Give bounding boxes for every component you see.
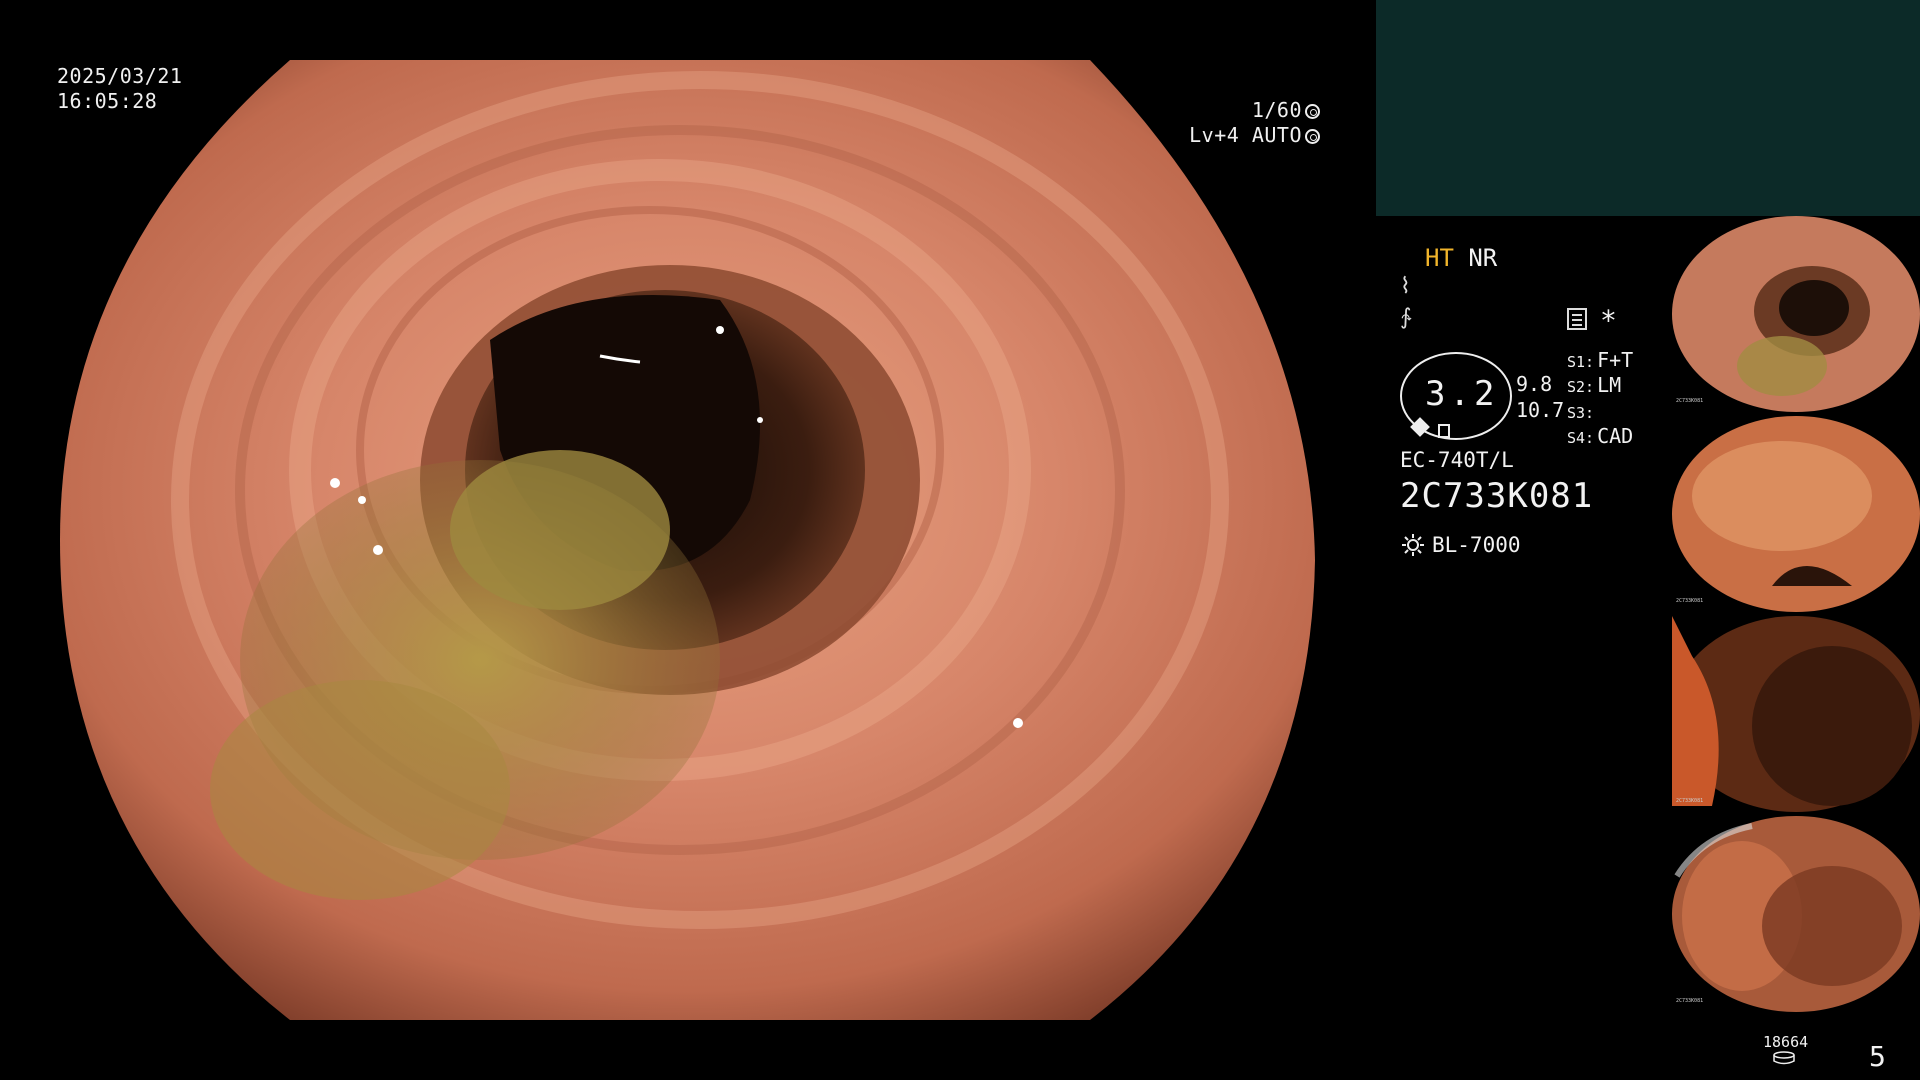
thumbnail-serial: 2C733K081	[1676, 598, 1704, 604]
shutter-icon	[1305, 104, 1320, 119]
level-text: Lv+4	[1189, 123, 1240, 147]
page-number: 5	[1869, 1040, 1886, 1073]
asterisk-indicator: *	[1600, 304, 1617, 337]
capture-thumbnail[interactable]: 2C733K081	[1672, 216, 1920, 412]
mode-nr: NR	[1468, 244, 1498, 272]
value-upper: 9.8	[1516, 372, 1553, 396]
shutter-text: 1/60	[1251, 98, 1302, 122]
auto-mode-text: AUTO	[1251, 123, 1302, 147]
slot-key: S3:	[1567, 404, 1595, 422]
slot-key: S4:	[1567, 429, 1595, 447]
zoom-frame-icon	[1438, 424, 1450, 438]
thumbnail-serial: 2C733K081	[1676, 798, 1704, 804]
slot-value: F+T	[1597, 348, 1634, 372]
top-right-panel	[1376, 0, 1920, 216]
capture-thumbnail[interactable]: 2C733K081	[1672, 816, 1920, 1012]
slot-s4: S4: CAD	[1567, 424, 1633, 448]
capture-thumbnail[interactable]: 2C733K081	[1672, 416, 1920, 612]
slot-key: S2:	[1567, 378, 1595, 396]
scope-model: EC-740T/L	[1400, 448, 1514, 472]
date-text: 2025/03/21	[57, 64, 183, 88]
light-source: BL-7000	[1432, 533, 1521, 557]
scope-serial: 2C733K081	[1400, 476, 1594, 516]
time-text: 16:05:28	[57, 89, 158, 113]
date-time-overlay: 2025/03/21 16:05:28	[57, 64, 182, 114]
enhancement-modes: HT NR	[1425, 244, 1497, 272]
mode-ht: HT	[1425, 244, 1454, 272]
slot-s3: S3:	[1567, 399, 1597, 423]
auto-iris-icon	[1305, 129, 1320, 144]
value-lower: 10.7	[1516, 398, 1565, 422]
thumbnail-serial: 2C733K081	[1676, 398, 1704, 404]
level-row: Lv+4 AUTO	[1189, 123, 1320, 148]
tilde-icon: ⌇	[1400, 274, 1411, 299]
slot-key: S1:	[1567, 353, 1595, 371]
slot-s1: S1: F+T	[1567, 348, 1633, 372]
storage-icon	[1772, 1050, 1796, 1065]
exposure-overlay: 1/60 Lv+4 AUTO	[1189, 98, 1320, 148]
shutter-row: 1/60	[1189, 98, 1320, 123]
thumbnail-serial: 2C733K081	[1676, 998, 1704, 1004]
slot-s2: S2: LM	[1567, 373, 1621, 397]
slot-value: CAD	[1597, 424, 1634, 448]
image-count: 18664	[1763, 1033, 1809, 1051]
slot-value: LM	[1597, 373, 1622, 397]
menu-icon	[1567, 308, 1587, 330]
capture-thumbnail[interactable]: 2C733K081	[1672, 616, 1920, 812]
light-icon	[1402, 534, 1424, 556]
endoscope-main-view	[60, 60, 1315, 1020]
zoom-value: 3.2	[1425, 374, 1499, 414]
curve-icon: ∱	[1400, 305, 1412, 330]
